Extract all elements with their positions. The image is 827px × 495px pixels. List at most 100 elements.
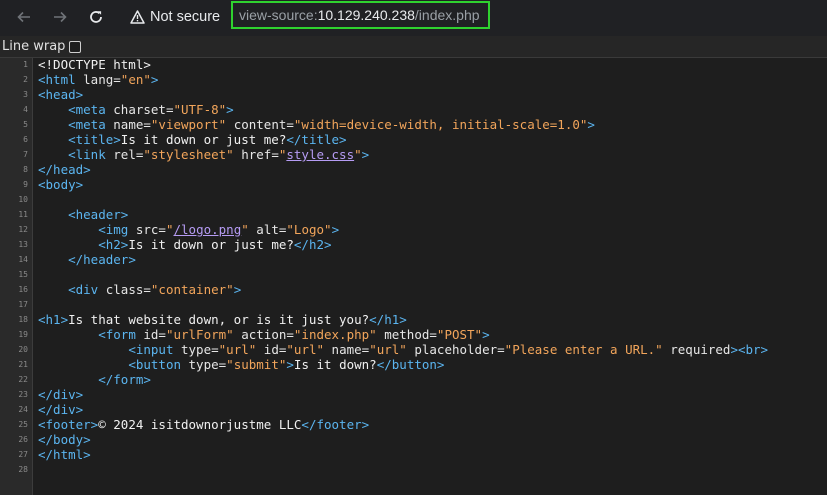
line-content: <link rel="stylesheet" href="style.css"> xyxy=(38,147,369,162)
source-line: 3 <head> xyxy=(0,87,827,102)
source-token: <form xyxy=(98,327,144,342)
source-token: type= xyxy=(188,357,227,372)
source-link[interactable]: /logo.png xyxy=(174,222,242,237)
source-token: > xyxy=(286,357,294,372)
source-token: id= xyxy=(256,342,287,357)
source-token: "UTF-8" xyxy=(173,102,227,117)
source-token: <meta xyxy=(68,117,114,132)
source-token: " xyxy=(241,222,249,237)
line-number: 15 xyxy=(18,270,28,279)
source-line: 15 xyxy=(0,267,827,282)
source-token: > xyxy=(331,222,340,237)
source-line: 13 <h2>Is it down or just me?</h2> xyxy=(0,237,827,252)
back-button[interactable] xyxy=(10,3,38,31)
source-token: </form> xyxy=(98,372,151,387)
source-token: © 2024 isitdownorjustme LLC xyxy=(98,417,302,432)
line-content: <html lang="en"> xyxy=(38,72,158,87)
source-line: 6 <title>Is it down or just me?</title> xyxy=(0,132,827,147)
source-token: "urlForm" xyxy=(165,327,234,342)
source-token: <button xyxy=(128,357,189,372)
source-token: placeholder= xyxy=(406,342,505,357)
source-token: <h2> xyxy=(98,237,129,252)
line-wrap-bar: Line wrap xyxy=(0,36,827,58)
line-number: 13 xyxy=(18,240,28,249)
line-content: <h1>Is that website down, or is it just … xyxy=(38,312,407,327)
source-token: </header> xyxy=(68,252,136,267)
source-token: </div> xyxy=(38,402,84,417)
source-token: content= xyxy=(226,117,294,132)
line-number: 9 xyxy=(23,180,28,189)
source-token xyxy=(38,222,98,237)
source-token: <header> xyxy=(68,207,129,222)
source-token: Is it down or just me? xyxy=(128,237,294,252)
source-link[interactable]: style.css xyxy=(286,147,354,162)
line-content: <header> xyxy=(38,207,128,222)
source-token: lang= xyxy=(83,72,121,87)
source-line: 28 xyxy=(0,462,827,477)
line-number: 27 xyxy=(18,450,28,459)
source-token: src= xyxy=(135,222,166,237)
source-line: 12 <img src="/logo.png" alt="Logo"> xyxy=(0,222,827,237)
source-token: > xyxy=(482,327,490,342)
source-line: 2 <html lang="en"> xyxy=(0,72,827,87)
source-token: "en" xyxy=(120,72,151,87)
source-token: alt= xyxy=(248,222,287,237)
source-token: </h2> xyxy=(293,237,332,252)
source-line: 17 xyxy=(0,297,827,312)
source-token xyxy=(38,132,68,147)
source-line: 24 </div> xyxy=(0,402,827,417)
source-token: "url" xyxy=(218,342,257,357)
line-content: <meta name="viewport" content="width=dev… xyxy=(38,117,595,132)
line-content: <head> xyxy=(38,87,83,102)
line-content: <footer>© 2024 isitdownorjustme LLC</foo… xyxy=(38,417,369,432)
source-token: "width=device-width, initial-scale=1.0" xyxy=(293,117,588,132)
line-content: <div class="container"> xyxy=(38,282,241,297)
source-token: "Please enter a URL." xyxy=(504,342,663,357)
source-token: "submit" xyxy=(226,357,287,372)
arrow-left-icon xyxy=(17,11,30,23)
source-line: 21 <button type="submit">Is it down?</bu… xyxy=(0,357,827,372)
source-token: "index.php" xyxy=(293,327,377,342)
line-wrap-checkbox[interactable] xyxy=(69,40,82,53)
line-content: <form id="urlForm" action="index.php" me… xyxy=(38,327,490,342)
source-token: rel= xyxy=(113,147,144,162)
source-token: "url" xyxy=(286,342,325,357)
forward-button[interactable] xyxy=(46,3,74,31)
source-token: href= xyxy=(233,147,279,162)
source-line: 10 xyxy=(0,192,827,207)
source-token: > xyxy=(226,102,234,117)
source-token: <body> xyxy=(38,177,84,192)
source-line: 20 <input type="url" id="url" name="url"… xyxy=(0,342,827,357)
security-indicator[interactable]: Not secure xyxy=(130,3,220,31)
source-token: "POST" xyxy=(436,327,483,342)
line-content: <meta charset="UTF-8"> xyxy=(38,102,234,117)
line-number: 25 xyxy=(18,420,28,429)
source-token: </title> xyxy=(286,132,347,147)
source-line: 25 <footer>© 2024 isitdownorjustme LLC</f… xyxy=(0,417,827,432)
source-token: </button> xyxy=(376,357,445,372)
address-bar[interactable]: view-source: 10.129.240.238/index.php xyxy=(231,1,490,29)
source-token: <div xyxy=(68,282,106,297)
line-number: 4 xyxy=(23,105,28,114)
line-number: 17 xyxy=(18,300,28,309)
source-token xyxy=(38,207,68,222)
source-token: <img xyxy=(98,222,136,237)
line-content: <body> xyxy=(38,177,83,192)
line-number: 18 xyxy=(18,315,28,324)
source-line: 16 <div class="container"> xyxy=(0,282,827,297)
reload-button[interactable] xyxy=(82,3,110,31)
line-number: 28 xyxy=(18,465,28,474)
line-content: </div> xyxy=(38,387,83,402)
source-token: type= xyxy=(181,342,219,357)
source-line: 9 <body> xyxy=(0,177,827,192)
source-token: <title> xyxy=(68,132,121,147)
source-token xyxy=(38,372,98,387)
line-wrap-label: Line wrap xyxy=(2,39,66,54)
source-token: required xyxy=(662,342,731,357)
line-content: <h2>Is it down or just me?</h2> xyxy=(38,237,332,252)
line-number: 11 xyxy=(18,210,28,219)
line-number: 23 xyxy=(18,390,28,399)
reload-icon xyxy=(90,11,102,23)
source-token: </footer> xyxy=(301,417,370,432)
source-token: <!DOCTYPE html> xyxy=(38,57,151,72)
